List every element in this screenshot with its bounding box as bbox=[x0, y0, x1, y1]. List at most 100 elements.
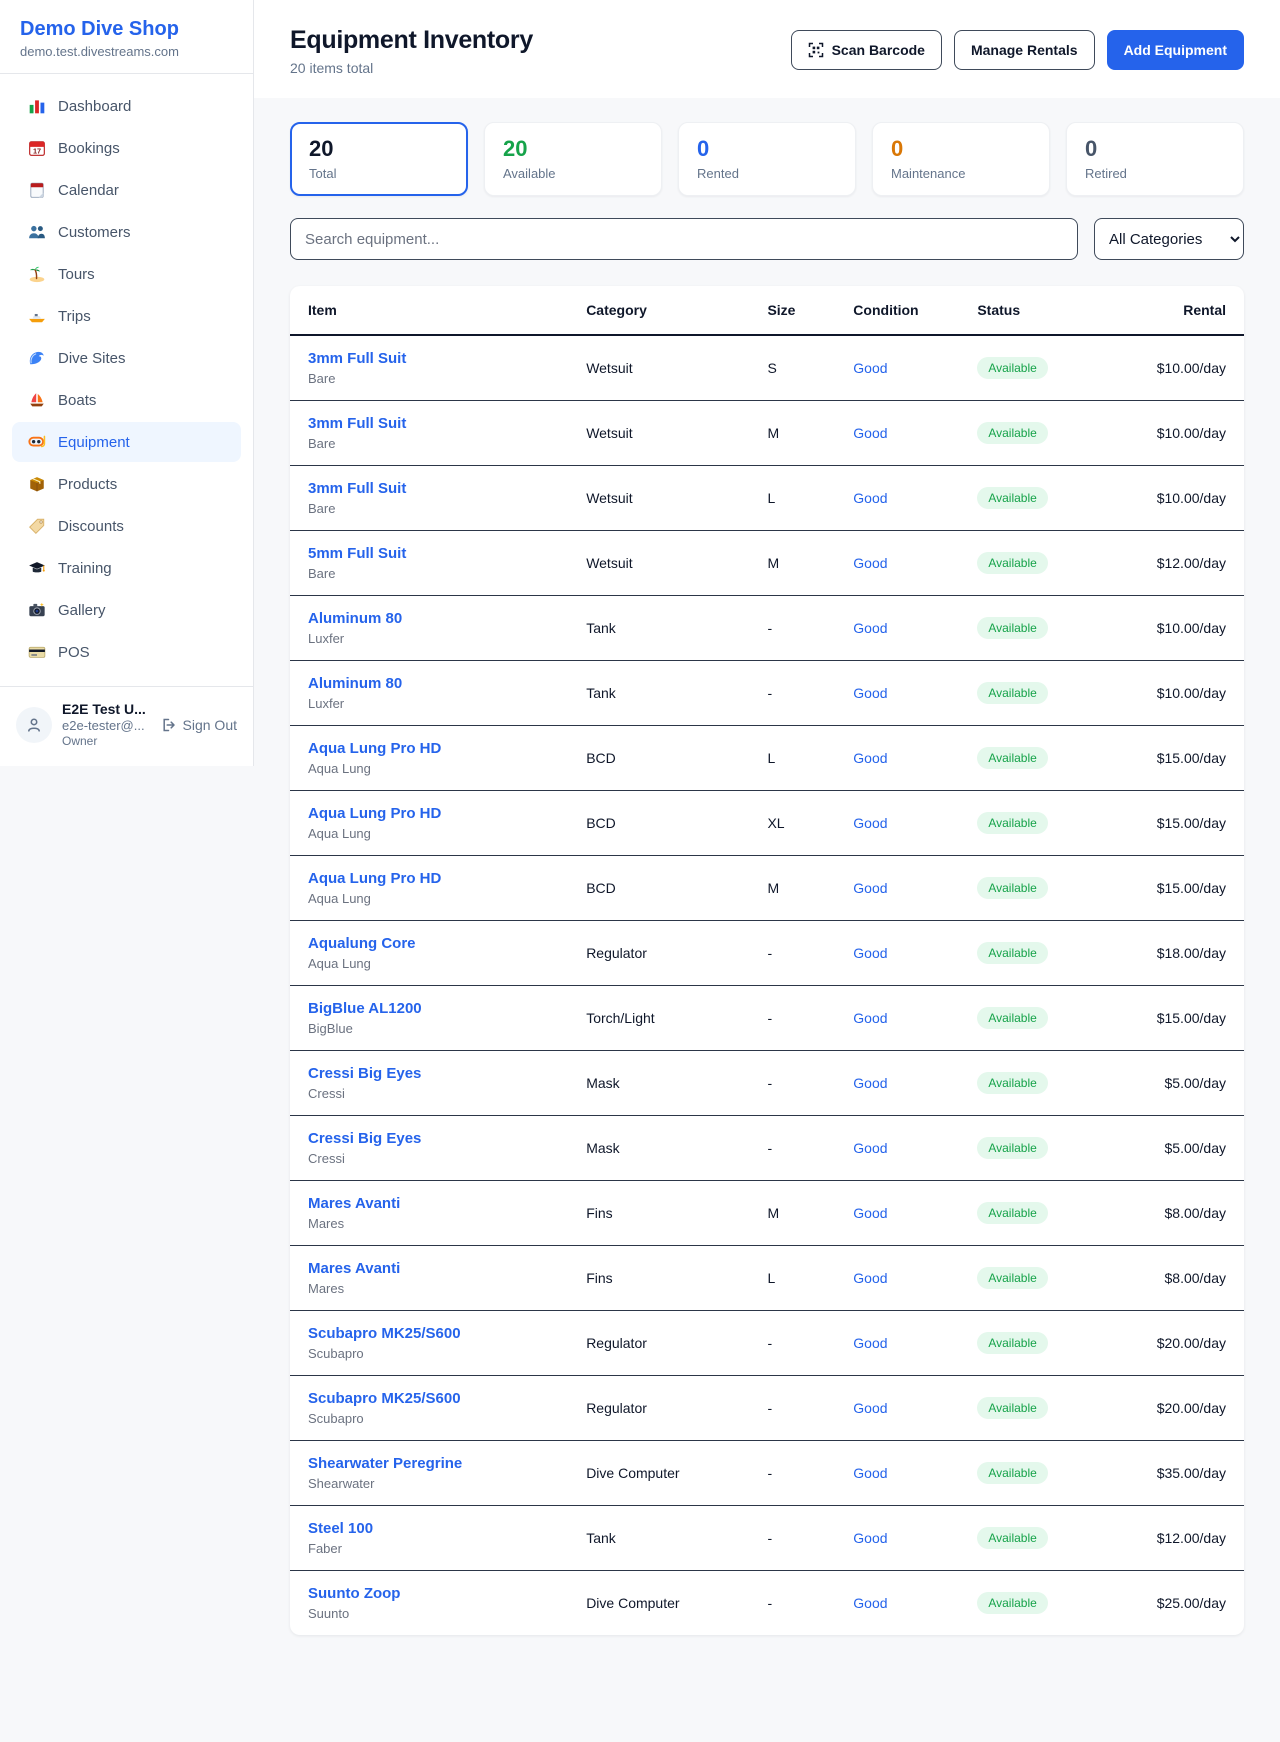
item-condition-link[interactable]: Good bbox=[853, 620, 887, 636]
bar-chart-icon bbox=[28, 97, 46, 115]
item-name-link[interactable]: Aqualung Core bbox=[308, 935, 566, 952]
stat-card[interactable]: 0 Retired bbox=[1066, 122, 1244, 196]
item-name-link[interactable]: 3mm Full Suit bbox=[308, 415, 566, 432]
item-condition-link[interactable]: Good bbox=[853, 490, 887, 506]
stat-card[interactable]: 20 Total bbox=[290, 122, 468, 196]
sidebar-item[interactable]: 17 Bookings bbox=[12, 128, 241, 168]
manage-rentals-button[interactable]: Manage Rentals bbox=[954, 30, 1095, 70]
stat-value: 0 bbox=[1085, 136, 1225, 162]
status-badge: Available bbox=[977, 877, 1047, 899]
item-name-link[interactable]: Aqua Lung Pro HD bbox=[308, 805, 566, 822]
item-condition-link[interactable]: Good bbox=[853, 1075, 887, 1091]
sidebar-item[interactable]: Dashboard bbox=[12, 86, 241, 126]
item-brand: Mares bbox=[308, 1281, 566, 1296]
stat-card[interactable]: 20 Available bbox=[484, 122, 662, 196]
item-condition-link[interactable]: Good bbox=[853, 880, 887, 896]
status-badge: Available bbox=[977, 1462, 1047, 1484]
sidebar-item[interactable]: Products bbox=[12, 464, 241, 504]
item-name-link[interactable]: Aluminum 80 bbox=[308, 675, 566, 692]
add-equipment-button[interactable]: Add Equipment bbox=[1107, 30, 1244, 70]
status-badge: Available bbox=[977, 682, 1047, 704]
item-rental: $18.00/day bbox=[1110, 921, 1244, 986]
item-category: Tank bbox=[576, 1506, 757, 1571]
item-condition-link[interactable]: Good bbox=[853, 1335, 887, 1351]
item-name-link[interactable]: Cressi Big Eyes bbox=[308, 1065, 566, 1082]
status-badge: Available bbox=[977, 617, 1047, 639]
item-condition-link[interactable]: Good bbox=[853, 945, 887, 961]
category-select[interactable]: All Categories bbox=[1094, 218, 1244, 260]
page-heading: Equipment Inventory 20 items total bbox=[290, 26, 533, 76]
sidebar-item-label: Bookings bbox=[58, 140, 120, 157]
sidebar-item[interactable]: Discounts bbox=[12, 506, 241, 546]
item-condition-link[interactable]: Good bbox=[853, 555, 887, 571]
item-brand: Suunto bbox=[308, 1606, 566, 1621]
avatar bbox=[16, 707, 52, 743]
sidebar-item[interactable]: Dive Sites bbox=[12, 338, 241, 378]
sidebar-item[interactable]: Training bbox=[12, 548, 241, 588]
item-condition-link[interactable]: Good bbox=[853, 1205, 887, 1221]
item-name-link[interactable]: Shearwater Peregrine bbox=[308, 1455, 566, 1472]
sign-out-button[interactable]: Sign Out bbox=[161, 717, 237, 733]
equipment-table: Item Category Size Condition Status Rent… bbox=[290, 286, 1244, 1635]
item-condition-link[interactable]: Good bbox=[853, 815, 887, 831]
table-row: Cressi Big Eyes Cressi Mask - Good Avail… bbox=[290, 1116, 1244, 1181]
item-brand: BigBlue bbox=[308, 1021, 566, 1036]
stat-card[interactable]: 0 Maintenance bbox=[872, 122, 1050, 196]
item-condition-link[interactable]: Good bbox=[853, 360, 887, 376]
item-name-link[interactable]: 3mm Full Suit bbox=[308, 350, 566, 367]
svg-text:17: 17 bbox=[33, 147, 41, 156]
item-name-link[interactable]: 5mm Full Suit bbox=[308, 545, 566, 562]
item-condition-link[interactable]: Good bbox=[853, 1400, 887, 1416]
search-input[interactable] bbox=[290, 218, 1078, 260]
item-name-link[interactable]: Mares Avanti bbox=[308, 1195, 566, 1212]
sidebar-item[interactable]: Equipment bbox=[12, 422, 241, 462]
sidebar-item[interactable]: Boats bbox=[12, 380, 241, 420]
table-row: Aqua Lung Pro HD Aqua Lung BCD XL Good A… bbox=[290, 791, 1244, 856]
item-condition-link[interactable]: Good bbox=[853, 1465, 887, 1481]
status-badge: Available bbox=[977, 357, 1047, 379]
sidebar-item[interactable]: Calendar bbox=[12, 170, 241, 210]
table-row: Suunto Zoop Suunto Dive Computer - Good … bbox=[290, 1571, 1244, 1636]
item-condition-link[interactable]: Good bbox=[853, 425, 887, 441]
item-condition-link[interactable]: Good bbox=[853, 1595, 887, 1611]
item-name-link[interactable]: BigBlue AL1200 bbox=[308, 1000, 566, 1017]
item-condition-link[interactable]: Good bbox=[853, 750, 887, 766]
brand-domain: demo.test.divestreams.com bbox=[20, 44, 233, 59]
item-size: - bbox=[757, 1051, 843, 1116]
status-badge: Available bbox=[977, 747, 1047, 769]
item-brand: Bare bbox=[308, 371, 566, 386]
scan-barcode-button[interactable]: Scan Barcode bbox=[791, 30, 942, 70]
item-brand: Scubapro bbox=[308, 1346, 566, 1361]
item-rental: $8.00/day bbox=[1110, 1181, 1244, 1246]
item-name-link[interactable]: 3mm Full Suit bbox=[308, 480, 566, 497]
sidebar-item[interactable]: Trips bbox=[12, 296, 241, 336]
item-name-link[interactable]: Aluminum 80 bbox=[308, 610, 566, 627]
sidebar: Demo Dive Shop demo.test.divestreams.com… bbox=[0, 0, 254, 766]
status-badge: Available bbox=[977, 1072, 1047, 1094]
sidebar-item-label: Trips bbox=[58, 308, 91, 325]
item-name-link[interactable]: Suunto Zoop bbox=[308, 1585, 566, 1602]
item-condition-link[interactable]: Good bbox=[853, 685, 887, 701]
sidebar-item[interactable]: Gallery bbox=[12, 590, 241, 630]
status-badge: Available bbox=[977, 812, 1047, 834]
item-category: Tank bbox=[576, 596, 757, 661]
item-condition-link[interactable]: Good bbox=[853, 1270, 887, 1286]
table-row: Steel 100 Faber Tank - Good Available $1… bbox=[290, 1506, 1244, 1571]
item-condition-link[interactable]: Good bbox=[853, 1140, 887, 1156]
item-name-link[interactable]: Scubapro MK25/S600 bbox=[308, 1390, 566, 1407]
item-name-link[interactable]: Aqua Lung Pro HD bbox=[308, 870, 566, 887]
item-name-link[interactable]: Mares Avanti bbox=[308, 1260, 566, 1277]
equipment-table-card: Item Category Size Condition Status Rent… bbox=[290, 286, 1244, 1635]
item-name-link[interactable]: Cressi Big Eyes bbox=[308, 1130, 566, 1147]
sidebar-item[interactable]: Customers bbox=[12, 212, 241, 252]
sidebar-item[interactable]: POS bbox=[12, 632, 241, 672]
item-condition-link[interactable]: Good bbox=[853, 1010, 887, 1026]
brand-name[interactable]: Demo Dive Shop bbox=[20, 18, 233, 41]
sidebar-item[interactable]: Tours bbox=[12, 254, 241, 294]
stat-card[interactable]: 0 Rented bbox=[678, 122, 856, 196]
item-condition-link[interactable]: Good bbox=[853, 1530, 887, 1546]
sidebar-item-label: POS bbox=[58, 644, 90, 661]
item-name-link[interactable]: Scubapro MK25/S600 bbox=[308, 1325, 566, 1342]
item-name-link[interactable]: Steel 100 bbox=[308, 1520, 566, 1537]
item-name-link[interactable]: Aqua Lung Pro HD bbox=[308, 740, 566, 757]
